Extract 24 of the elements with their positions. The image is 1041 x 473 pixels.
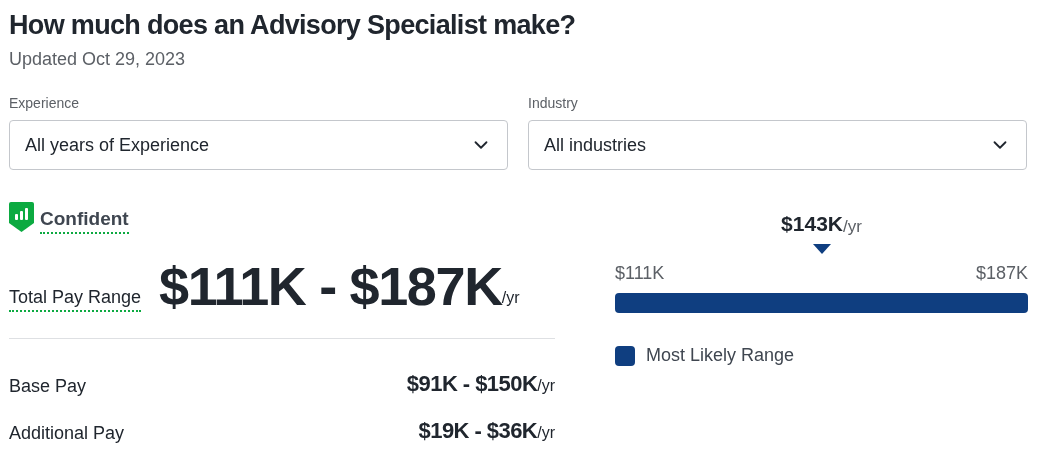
pay-label: Base Pay [9, 375, 87, 398]
per-year-unit: /yr [537, 377, 555, 396]
confidence-link[interactable]: Confident [40, 208, 129, 234]
median-pay: $143K [781, 211, 843, 237]
updated-date: Updated Oct 29, 2023 [9, 48, 187, 71]
filter-label: Experience [9, 94, 80, 113]
total-pay-label[interactable]: Total Pay Range [9, 286, 142, 312]
median-marker-icon [812, 244, 831, 254]
per-year-unit: /yr [501, 289, 520, 306]
page-title: How much does an Advisory Specialist make? [9, 9, 577, 42]
total-pay-amount: $111K - $187K [159, 256, 502, 316]
legend-swatch [615, 345, 635, 366]
filter-label: Industry [528, 94, 578, 113]
pay-amount: $19K - $36K [418, 417, 538, 445]
pay-label: Additional Pay [9, 422, 125, 445]
filter-dropdown[interactable]: All industries [528, 120, 1027, 170]
legend-label: Most Likely Range [646, 344, 795, 367]
pay-amount: $91K - $150K [406, 370, 538, 398]
per-year-unit: /yr [537, 424, 555, 443]
per-year-unit: /yr [843, 217, 862, 238]
range-high-label: $187K [975, 262, 1028, 285]
range-low-label: $111K [615, 262, 665, 285]
filter-dropdown[interactable]: All years of Experience [9, 120, 508, 170]
shield-chart-icon [9, 202, 34, 232]
